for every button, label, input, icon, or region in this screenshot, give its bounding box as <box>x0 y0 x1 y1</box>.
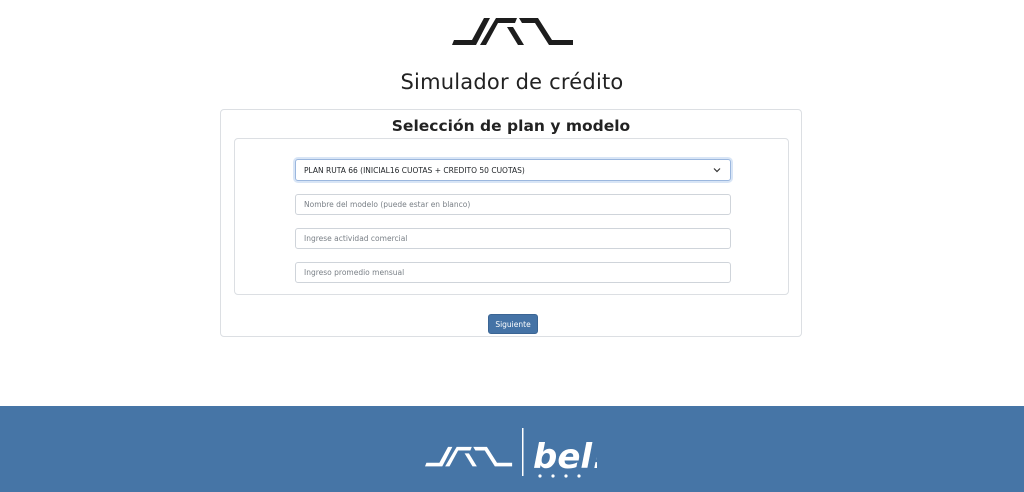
svg-text:bel!: bel! <box>533 437 597 477</box>
model-name-input[interactable] <box>295 194 731 215</box>
logo-divider <box>522 428 524 476</box>
page: Simulador de crédito Selección de plan y… <box>0 0 1024 492</box>
form-fields-container: PLAN RUTA 66 (INICIAL16 CUOTAS + CREDITO… <box>234 138 789 295</box>
section-title: Selección de plan y modelo <box>391 117 631 135</box>
commercial-activity-input[interactable] <box>295 228 731 249</box>
jac-logo <box>425 446 513 467</box>
next-button[interactable]: Siguiente <box>488 314 538 334</box>
page-title: Simulador de crédito <box>400 70 624 94</box>
jac-logo <box>452 18 573 45</box>
simulator-card: Selección de plan y modelo PLAN RUTA 66 … <box>220 109 802 337</box>
bel-logo: bel! <box>533 437 597 478</box>
plan-select-value: PLAN RUTA 66 (INICIAL16 CUOTAS + CREDITO… <box>304 165 525 175</box>
plan-select[interactable]: PLAN RUTA 66 (INICIAL16 CUOTAS + CREDITO… <box>295 159 731 181</box>
monthly-income-input[interactable] <box>295 262 731 283</box>
footer-brand-logos: bel! <box>425 428 597 478</box>
footer: bel! <box>0 406 1024 492</box>
chevron-down-icon <box>712 165 722 175</box>
